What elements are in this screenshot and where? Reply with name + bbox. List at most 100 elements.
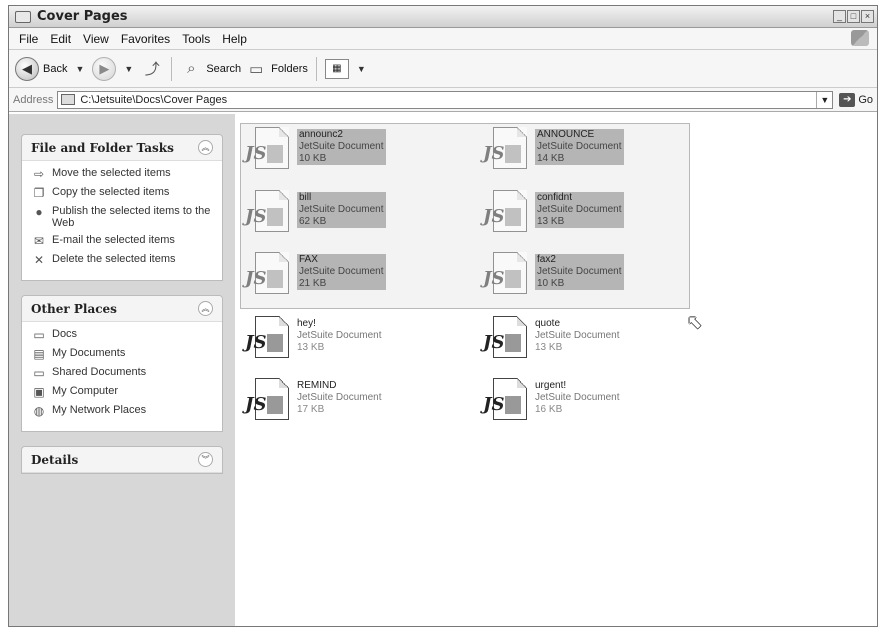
panel-header[interactable]: Other Places ︽ (22, 296, 222, 322)
close-button[interactable]: × (861, 10, 874, 23)
file-type: JetSuite Document (537, 204, 622, 215)
search-button-label[interactable]: Search (206, 63, 241, 75)
panel-header[interactable]: Details ︾ (22, 447, 222, 473)
move-icon: ⇨ (33, 167, 45, 181)
panel-title: File and Folder Tasks (31, 140, 174, 155)
jetsuite-document-icon: JS (245, 127, 293, 173)
folders-icon[interactable]: ▭ (245, 58, 267, 80)
panel-body: ⇨ Move the selected items ❐ Copy the sel… (22, 161, 222, 280)
place-label[interactable]: My Computer (52, 385, 118, 397)
go-button[interactable]: ➔ Go (839, 92, 873, 107)
file-name: announc2 (299, 129, 343, 140)
place-my-network-places[interactable]: ◍ My Network Places (32, 404, 214, 418)
place-label[interactable]: My Documents (52, 347, 125, 359)
folders-button-label[interactable]: Folders (271, 63, 308, 75)
file-name: ANNOUNCE (537, 129, 595, 140)
panel-body: ▭ Docs ▤ My Documents ▭ Shared Documents… (22, 322, 222, 431)
task-label[interactable]: Delete the selected items (52, 253, 176, 265)
details-panel: Details ︾ (21, 446, 223, 474)
file-item[interactable]: JS urgent! JetSuite Document 16 KB (483, 378, 713, 438)
go-arrow-icon: ➔ (839, 92, 856, 107)
jetsuite-document-icon: JS (483, 316, 531, 362)
file-type: JetSuite Document (535, 392, 620, 403)
place-label[interactable]: Docs (52, 328, 77, 340)
task-label[interactable]: Copy the selected items (52, 186, 169, 198)
minimize-button[interactable]: _ (833, 10, 846, 23)
place-label[interactable]: My Network Places (52, 404, 146, 416)
file-size: 10 KB (537, 278, 565, 289)
collapse-icon[interactable]: ︽ (198, 301, 213, 316)
file-size: 13 KB (535, 342, 563, 353)
forward-dropdown-icon[interactable]: ▼ (124, 64, 133, 74)
file-item[interactable]: JS REMIND JetSuite Document 17 KB (245, 378, 475, 438)
file-type: JetSuite Document (299, 266, 384, 277)
maximize-button[interactable]: □ (847, 10, 860, 23)
file-size: 21 KB (299, 278, 327, 289)
window-controls: _ □ × (833, 10, 874, 23)
menu-edit[interactable]: Edit (44, 32, 77, 46)
address-dropdown-icon[interactable]: ▼ (816, 91, 832, 108)
address-path[interactable]: C:\Jetsuite\Docs\Cover Pages (80, 94, 227, 106)
back-button-label[interactable]: Back (43, 63, 67, 75)
folder-icon: ▭ (33, 328, 45, 342)
address-input[interactable]: C:\Jetsuite\Docs\Cover Pages ▼ (57, 90, 834, 109)
task-move[interactable]: ⇨ Move the selected items (32, 167, 214, 181)
file-item[interactable]: JS bill JetSuite Document 62 KB (245, 190, 475, 250)
collapse-icon[interactable]: ︽ (198, 140, 213, 155)
task-label[interactable]: Move the selected items (52, 167, 171, 179)
file-item[interactable]: JS FAX JetSuite Document 21 KB (245, 252, 475, 312)
place-label[interactable]: Shared Documents (52, 366, 146, 378)
menu-file[interactable]: File (13, 32, 44, 46)
back-arrow-icon[interactable]: ◀ (15, 56, 39, 81)
place-my-documents[interactable]: ▤ My Documents (32, 347, 214, 361)
file-name: confidnt (537, 192, 573, 203)
go-label: Go (858, 93, 873, 106)
task-delete[interactable]: ✕ Delete the selected items (32, 253, 214, 267)
file-size: 14 KB (537, 153, 565, 164)
menu-tools[interactable]: Tools (176, 32, 216, 46)
file-item[interactable]: JS hey! JetSuite Document 13 KB (245, 316, 475, 376)
network-icon: ◍ (33, 404, 45, 418)
search-icon[interactable]: ⌕ (180, 58, 202, 80)
file-name: quote (535, 318, 561, 329)
up-folder-icon[interactable]: ⤴ (141, 58, 163, 80)
jetsuite-document-icon: JS (245, 316, 293, 362)
file-size: 13 KB (537, 216, 565, 227)
file-type: JetSuite Document (537, 266, 622, 277)
file-folder-tasks-panel: File and Folder Tasks ︽ ⇨ Move the selec… (21, 134, 223, 281)
toolbar-divider (171, 56, 173, 81)
file-item[interactable]: JS quote JetSuite Document 13 KB (483, 316, 713, 376)
forward-arrow-icon[interactable]: ▶ (92, 56, 117, 81)
file-view[interactable]: JS announc2 JetSuite Document 10 KB JS ANN… (235, 114, 877, 626)
window-title: Cover Pages (37, 9, 128, 24)
toolbar: ◀ Back ▼ ▶ ▼ ⤴ ⌕ Search ▭ Folders ▦ ▼ (9, 50, 877, 88)
file-item[interactable]: JS announc2 JetSuite Document 10 KB (245, 127, 475, 187)
views-dropdown-icon[interactable]: ▼ (357, 64, 366, 74)
task-copy[interactable]: ❐ Copy the selected items (32, 186, 214, 200)
file-item[interactable]: JS fax2 JetSuite Document 10 KB (483, 252, 713, 312)
expand-icon[interactable]: ︾ (198, 452, 213, 467)
file-type: JetSuite Document (535, 330, 620, 341)
menu-favorites[interactable]: Favorites (115, 32, 176, 46)
task-publish[interactable]: ● Publish the selected items to the Web (32, 205, 214, 229)
file-item[interactable]: JS ANNOUNCE JetSuite Document 14 KB (483, 127, 713, 187)
back-dropdown-icon[interactable]: ▼ (75, 64, 84, 74)
copy-icon: ❐ (33, 186, 45, 200)
main-area: File and Folder Tasks ︽ ⇨ Move the selec… (9, 114, 877, 626)
task-pane: File and Folder Tasks ︽ ⇨ Move the selec… (9, 114, 235, 626)
panel-header[interactable]: File and Folder Tasks ︽ (22, 135, 222, 161)
task-label[interactable]: Publish the selected items to the Web (52, 205, 214, 229)
place-docs[interactable]: ▭ Docs (32, 328, 214, 342)
place-my-computer[interactable]: ▣ My Computer (32, 385, 214, 399)
menu-help[interactable]: Help (216, 32, 253, 46)
file-name: fax2 (537, 254, 556, 265)
file-size: 13 KB (297, 342, 325, 353)
title-bar[interactable]: Cover Pages _ □ × (9, 6, 877, 28)
task-email[interactable]: ✉ E-mail the selected items (32, 234, 214, 248)
task-label[interactable]: E-mail the selected items (52, 234, 175, 246)
file-item[interactable]: JS confidnt JetSuite Document 13 KB (483, 190, 713, 250)
place-shared-documents[interactable]: ▭ Shared Documents (32, 366, 214, 380)
views-icon[interactable]: ▦ (324, 58, 349, 79)
menu-view[interactable]: View (77, 32, 115, 46)
folder-icon (15, 10, 31, 23)
